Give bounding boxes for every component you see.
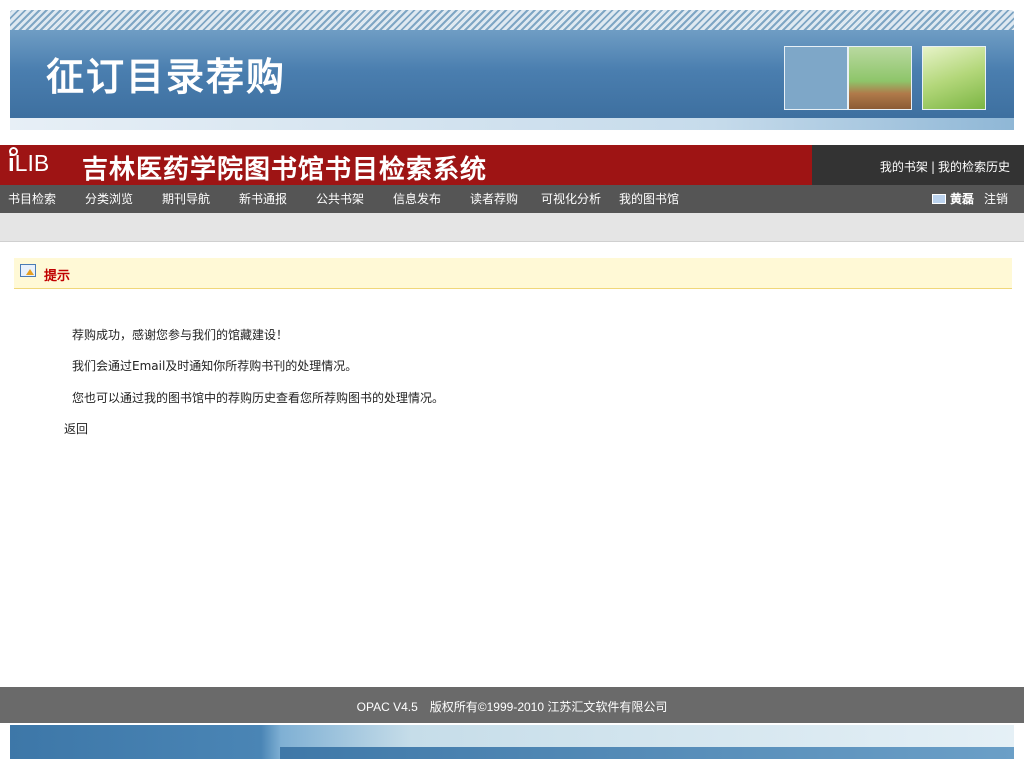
nav-item-new-books[interactable]: 新书通报 (239, 185, 287, 213)
main-nav: 书目检索 分类浏览 期刊导航 新书通报 公共书架 信息发布 读者荐购 可视化分析… (0, 185, 1024, 213)
slide-title: 征订目录荐购 (46, 55, 287, 99)
slide-banner: 征订目录荐购 (10, 30, 1014, 120)
nav-item-visual-analysis[interactable]: 可视化分析 (541, 185, 601, 213)
history-notice-message: 您也可以通过我的图书馆中的荐购历史查看您所荐购图书的处理情况。 (72, 391, 445, 405)
logout-link[interactable]: 注销 (984, 192, 1008, 206)
nav-item-public-shelf[interactable]: 公共书架 (316, 185, 364, 213)
nav-item-info-release[interactable]: 信息发布 (393, 185, 441, 213)
seedling-image (848, 46, 912, 110)
site-title: 吉林医药学院图书馆书目检索系统 (82, 155, 488, 185)
footer-text: OPAC V4.5 版权所有©1999-2010 江苏汇文软件有限公司 (0, 698, 1024, 715)
email-notice-message: 我们会通过Email及时通知你所荐购书刊的处理情况。 (72, 359, 358, 373)
banner-swoosh (10, 118, 1014, 130)
link-separator: | (930, 160, 935, 174)
green-leaf-image (922, 46, 986, 110)
user-area: 黄磊 注销 (931, 185, 1008, 213)
search-history-link[interactable]: 我的检索历史 (938, 160, 1010, 174)
footer: OPAC V4.5 版权所有©1999-2010 江苏汇文软件有限公司 (0, 687, 1024, 723)
nav-item-journal-nav[interactable]: 期刊导航 (162, 185, 210, 213)
footer-copyright: 版权所有©1999-2010 江苏汇文软件有限公司 (429, 700, 668, 714)
logo-dot-icon (9, 147, 18, 156)
my-bookshelf-link[interactable]: 我的书架 (880, 160, 928, 174)
bottom-decorative-band (10, 725, 1014, 759)
footer-version: OPAC V4.5 (356, 700, 418, 714)
notice-bar: 提示 (14, 258, 1012, 289)
user-card-icon (931, 193, 946, 204)
warning-message-icon (20, 264, 36, 277)
decorative-blue-square-image (784, 46, 848, 110)
success-message: 荐购成功，感谢您参与我们的馆藏建设！ (72, 328, 289, 342)
ilib-logo: iLIB (8, 147, 49, 180)
sub-toolbar (0, 213, 1024, 242)
nav-item-category-browse[interactable]: 分类浏览 (85, 185, 133, 213)
nav-item-my-library[interactable]: 我的图书馆 (619, 185, 679, 213)
back-link[interactable]: 返回 (64, 420, 88, 437)
nav-item-reader-recommend[interactable]: 读者荐购 (470, 185, 518, 213)
header-links: 我的书架 | 我的检索历史 (880, 158, 1010, 175)
nav-item-catalog-search[interactable]: 书目检索 (8, 185, 56, 213)
opac-header: iLIB 吉林医药学院图书馆书目检索系统 我的书架 | 我的检索历史 (0, 145, 1024, 185)
user-name[interactable]: 黄磊 (950, 192, 974, 206)
notice-title: 提示 (44, 269, 71, 284)
decorative-hatch-stripe (10, 10, 1014, 30)
